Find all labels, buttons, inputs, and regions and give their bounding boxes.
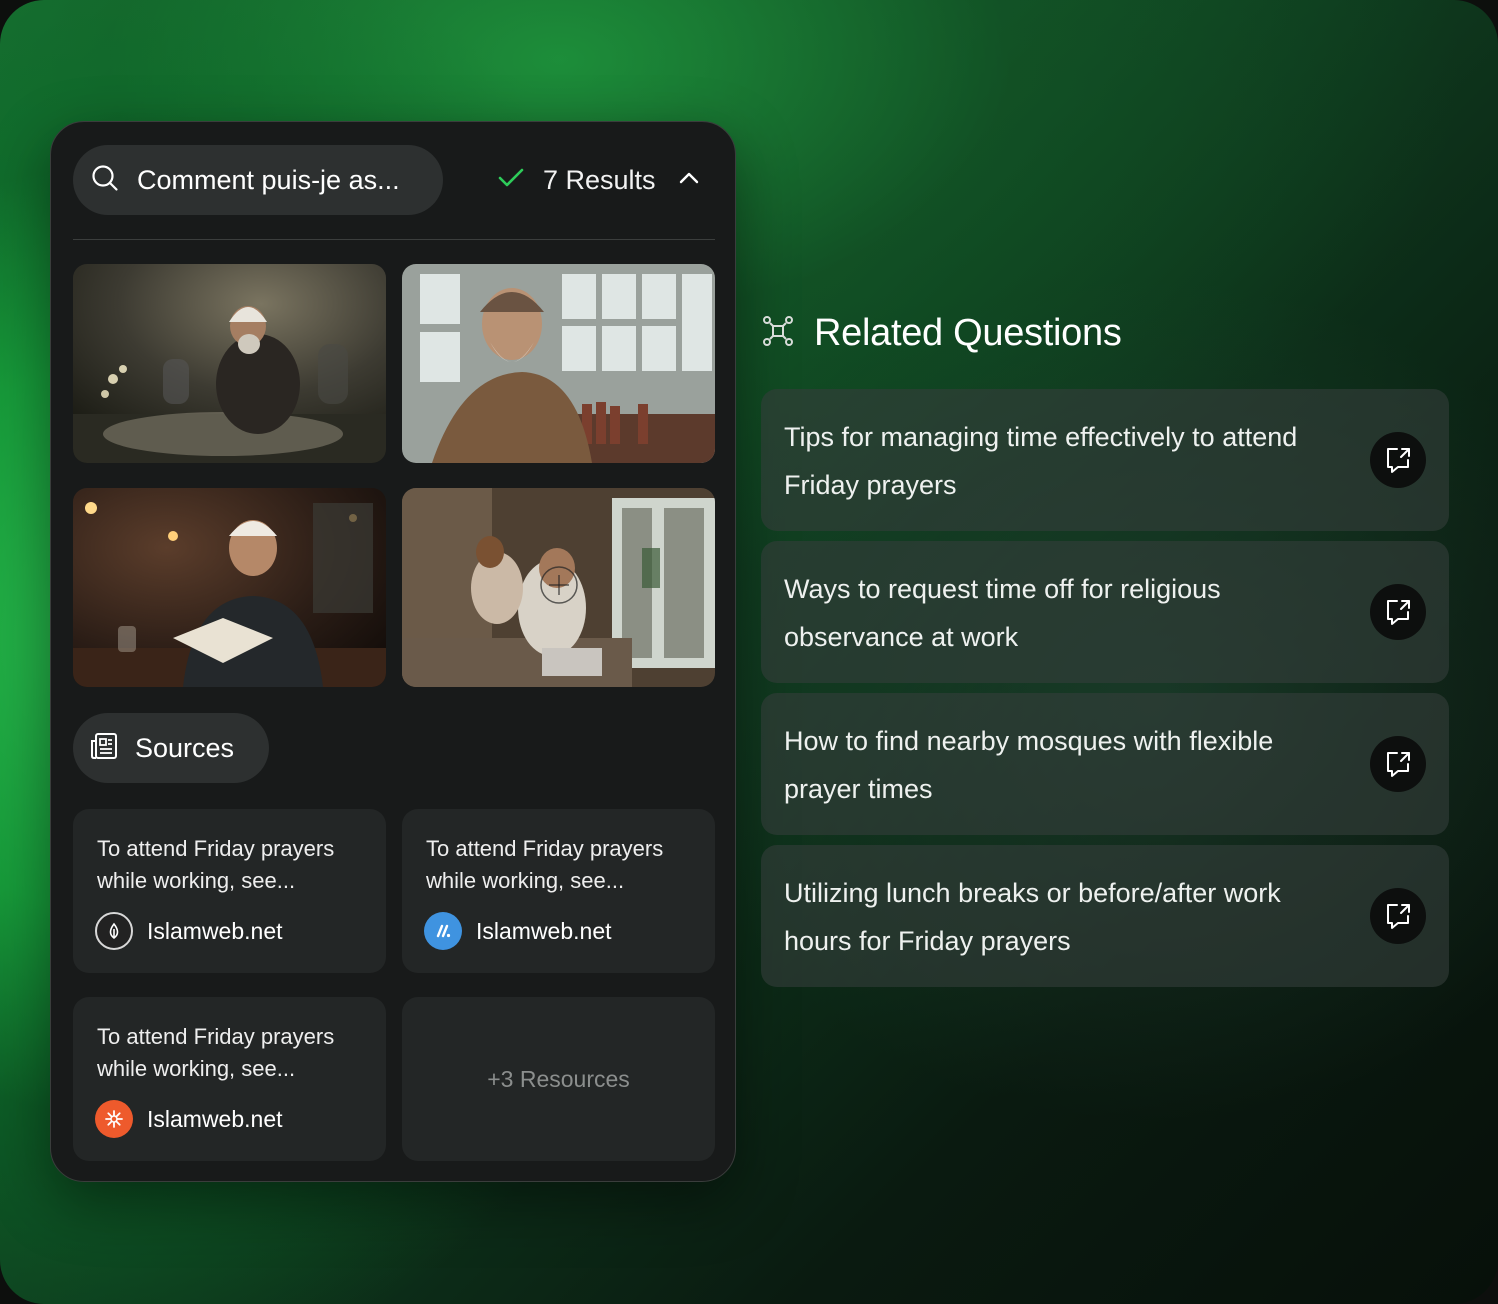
related-question-text: Utilizing lunch breaks or before/after w… bbox=[784, 878, 1281, 956]
source-snippet: To attend Friday prayers while working, … bbox=[97, 836, 335, 893]
open-chat-icon[interactable] bbox=[1370, 736, 1426, 792]
source-site[interactable]: Islamweb.net bbox=[95, 912, 283, 950]
result-image-1[interactable] bbox=[73, 264, 386, 463]
result-image-4[interactable] bbox=[402, 488, 715, 687]
source-card-2[interactable]: To attend Friday prayers while working, … bbox=[402, 809, 715, 973]
source-site-name: Islamweb.net bbox=[147, 1105, 283, 1132]
related-question-text: Ways to request time off for religious o… bbox=[784, 574, 1221, 652]
related-questions-header: Related Questions bbox=[762, 312, 1122, 355]
search-icon bbox=[91, 164, 119, 197]
open-chat-icon[interactable] bbox=[1370, 432, 1426, 488]
source-card-3[interactable]: To attend Friday prayers while working, … bbox=[73, 997, 386, 1161]
search-query-text: Comment puis-je as... bbox=[137, 164, 400, 195]
related-question-4[interactable]: Utilizing lunch breaks or before/after w… bbox=[761, 845, 1449, 987]
source-snippet: To attend Friday prayers while working, … bbox=[97, 1024, 335, 1081]
open-chat-icon[interactable] bbox=[1370, 584, 1426, 640]
search-query-pill[interactable]: Comment puis-je as... bbox=[73, 145, 443, 215]
related-question-1[interactable]: Tips for managing time effectively to at… bbox=[761, 389, 1449, 531]
results-count: 7 Results bbox=[543, 164, 656, 195]
background: Comment puis-je as... 7 Results Sources … bbox=[0, 0, 1498, 1304]
related-question-3[interactable]: How to find nearby mosques with flexible… bbox=[761, 693, 1449, 835]
leaf-icon bbox=[95, 912, 133, 950]
related-question-text: How to find nearby mosques with flexible… bbox=[784, 726, 1274, 804]
related-questions-title: Related Questions bbox=[814, 312, 1122, 354]
divider bbox=[73, 239, 715, 240]
source-site-name: Islamweb.net bbox=[476, 917, 612, 944]
source-site[interactable]: Islamweb.net bbox=[95, 1100, 283, 1138]
sources-label: Sources bbox=[135, 732, 235, 763]
results-summary[interactable]: 7 Results bbox=[497, 160, 700, 200]
chevron-up-icon[interactable] bbox=[678, 171, 700, 190]
open-chat-icon[interactable] bbox=[1370, 888, 1426, 944]
asterisk-icon bbox=[95, 1100, 133, 1138]
sources-header[interactable]: Sources bbox=[73, 713, 269, 783]
source-site-name: Islamweb.net bbox=[147, 917, 283, 944]
source-snippet: To attend Friday prayers while working, … bbox=[426, 836, 664, 893]
more-resources-button[interactable]: +3 Resources bbox=[402, 997, 715, 1161]
source-site[interactable]: Islamweb.net bbox=[424, 912, 612, 950]
focus-icon bbox=[762, 315, 794, 352]
search-results-panel: Comment puis-je as... 7 Results Sources … bbox=[50, 121, 736, 1182]
related-question-text: Tips for managing time effectively to at… bbox=[784, 422, 1298, 500]
check-icon bbox=[497, 167, 525, 194]
related-question-2[interactable]: Ways to request time off for religious o… bbox=[761, 541, 1449, 683]
more-resources-label: +3 Resources bbox=[487, 1065, 630, 1092]
result-image-3[interactable] bbox=[73, 488, 386, 687]
result-image-2[interactable] bbox=[402, 264, 715, 463]
newspaper-icon bbox=[89, 731, 119, 766]
source-card-1[interactable]: To attend Friday prayers while working, … bbox=[73, 809, 386, 973]
signal-icon bbox=[424, 912, 462, 950]
